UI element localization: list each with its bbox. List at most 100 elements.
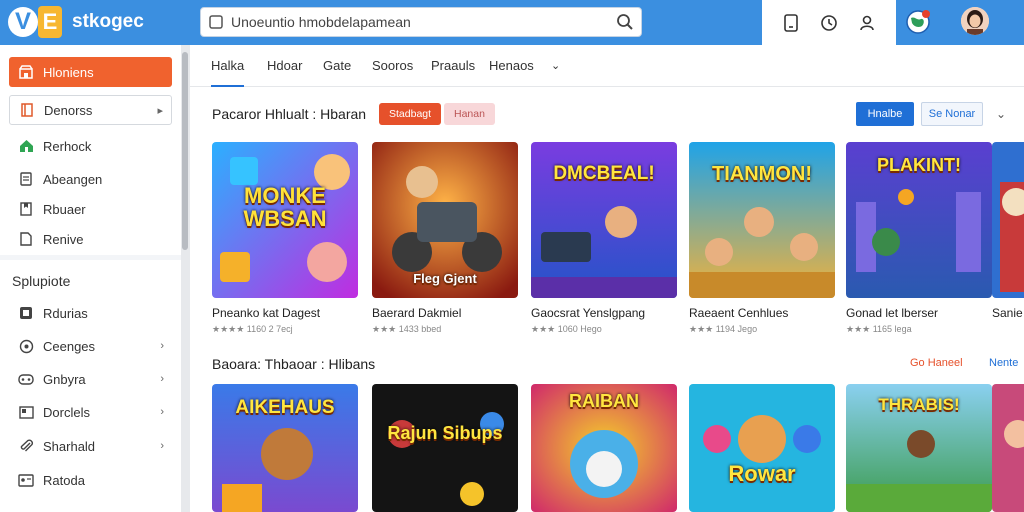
game-thumbnail[interactable]: THRABIS! xyxy=(846,384,992,512)
game-card[interactable]: TIANMON! Raeaent Cenhlues ★★★ 1194 Jego xyxy=(689,142,835,335)
tab-gate[interactable]: Gate xyxy=(323,45,351,87)
top-actions xyxy=(762,0,896,45)
featured-secondary-button[interactable]: Se Nonar xyxy=(921,102,983,126)
game-card[interactable]: Sanie xyxy=(992,142,1024,320)
search-icon[interactable] xyxy=(609,8,641,36)
game-card[interactable]: Rajun Sibups xyxy=(372,384,518,512)
game-thumbnail[interactable]: PLAKINT! xyxy=(846,142,992,298)
chevron-right-icon: › xyxy=(160,440,164,452)
featured-pill-secondary[interactable]: Hanan xyxy=(444,103,495,125)
sidebar-item-label: Rbuaer xyxy=(43,201,86,217)
doc-icon xyxy=(9,172,43,186)
paperclip-icon xyxy=(9,439,43,454)
sidebar-item-label: Rerhock xyxy=(43,138,92,154)
sidebar-item-rerhock[interactable]: Rerhock xyxy=(9,131,172,161)
featured-pill-primary[interactable]: Stadbagt xyxy=(379,103,442,125)
search-bar[interactable] xyxy=(200,7,642,37)
app-name: stkogec xyxy=(72,11,144,32)
sidebar-item-gnbyra[interactable]: Gnbyra › xyxy=(9,364,172,394)
tab-henaos[interactable]: Henaos xyxy=(489,45,534,87)
chevron-right-icon: › xyxy=(160,406,164,418)
user-icon[interactable] xyxy=(855,11,879,35)
logo-mark: VE xyxy=(8,5,66,39)
game-card[interactable]: MONKE WBSAN Pneanko kat Dagest ★★★★ 1160… xyxy=(212,142,358,335)
game-thumbnail[interactable]: DMCBEAL! xyxy=(531,142,677,298)
game-meta: ★★★ 1433 bbed xyxy=(372,324,442,334)
sidebar-item-label: Ceenges xyxy=(43,338,96,354)
home-icon xyxy=(9,139,43,153)
book-icon xyxy=(10,103,44,117)
sidebar-item-rbuaer[interactable]: Rbuaer xyxy=(9,194,172,224)
game-thumbnail[interactable]: AIKEHAUS xyxy=(212,384,358,512)
tab-praauls[interactable]: Praauls xyxy=(431,45,475,87)
game-card[interactable]: Fleg Gjent Baerard Dakmiel ★★★ 1433 bbed xyxy=(372,142,518,335)
game-name: Gaocsrat Yenslgpang xyxy=(531,306,646,320)
search-input[interactable] xyxy=(231,14,609,30)
chevron-right-icon: › xyxy=(160,373,164,385)
sidebar-item-ratoda[interactable]: Ratoda xyxy=(9,465,172,495)
sidebar-item-label: Ratoda xyxy=(43,472,85,488)
game-art-title: PLAKINT! xyxy=(877,155,961,175)
featured-section-title: Pacaror Hhlualt : Hbaran xyxy=(212,106,367,122)
sidebar-section-title: Splupiote xyxy=(12,273,71,289)
game-art-title: Rajun Sibups xyxy=(387,423,503,443)
chevron-right-icon: ▸ xyxy=(157,104,163,117)
game-thumbnail[interactable] xyxy=(992,142,1024,298)
game-art-title: Rowar xyxy=(728,461,796,486)
app-logo[interactable]: VE stkogec xyxy=(8,5,144,39)
sidebar-item-label: Rdurias xyxy=(43,305,88,321)
featured-primary-button[interactable]: Hnalbe xyxy=(856,102,914,126)
sidebar-item-rdurias[interactable]: Rdurias xyxy=(9,298,172,328)
game-meta: ★★★ 1194 Jego xyxy=(689,324,758,334)
sidebar-item-hloniens[interactable]: Hloniens xyxy=(9,57,172,87)
second-section-link[interactable]: Go Haneel xyxy=(910,357,963,369)
game-art-title: DMCBEAL! xyxy=(553,163,655,184)
game-thumbnail[interactable]: Rowar xyxy=(689,384,835,512)
sidebar-scrollbar-thumb[interactable] xyxy=(182,52,188,250)
game-card[interactable]: AIKEHAUS xyxy=(212,384,358,512)
sidebar-item-label: Denorss xyxy=(44,102,93,118)
sidebar-item-renive[interactable]: Renive xyxy=(9,224,172,254)
tab-bar: Halka Hdoar Gate Sooros Praauls Henaos ⌄ xyxy=(190,45,1024,87)
clock-icon[interactable] xyxy=(817,11,841,35)
tab-halka[interactable]: Halka xyxy=(211,45,245,87)
game-thumbnail[interactable]: TIANMON! xyxy=(689,142,835,298)
chevron-down-icon[interactable]: ⌄ xyxy=(992,104,1010,124)
tab-hdoar[interactable]: Hdoar xyxy=(267,45,302,87)
game-art-title: MONKE WBSAN xyxy=(243,183,327,232)
sidebar-item-sharhald[interactable]: Sharhald › xyxy=(9,431,172,461)
bookmark-icon xyxy=(9,202,43,216)
sidebar-item-label: Abeangen xyxy=(43,171,103,187)
avatar[interactable] xyxy=(961,7,989,35)
game-art-title: TIANMON! xyxy=(712,163,812,185)
game-art-title: AIKEHAUS xyxy=(235,397,335,418)
game-name: Baerard Dakmiel xyxy=(372,306,462,320)
game-card[interactable]: THRABIS! xyxy=(846,384,992,512)
game-card[interactable]: DMCBEAL! Gaocsrat Yenslgpang ★★★ 1060 He… xyxy=(531,142,677,335)
sidebar-item-abeangen[interactable]: Abeangen xyxy=(9,164,172,194)
game-thumbnail[interactable]: RAIBAN xyxy=(531,384,677,512)
phone-icon[interactable] xyxy=(779,11,803,35)
game-card[interactable]: PLAKINT! Gonad let lberser ★★★ 1165 lega xyxy=(846,142,992,335)
second-section-next-link[interactable]: Nente xyxy=(989,357,1018,369)
sidebar-item-ceenges[interactable]: Ceenges › xyxy=(9,331,172,361)
game-name: Sanie xyxy=(992,306,1023,320)
tab-sooros[interactable]: Sooros xyxy=(372,45,413,87)
game-name: Raeaent Cenhlues xyxy=(689,306,789,320)
game-art-title: RAIBAN xyxy=(569,391,639,411)
game-thumbnail[interactable]: MONKE WBSAN xyxy=(212,142,358,298)
game-card[interactable]: RAIBAN xyxy=(531,384,677,512)
globe-icon[interactable] xyxy=(905,9,931,35)
search-prefix-icon xyxy=(201,8,231,36)
tabs-more-chevron-icon[interactable]: ⌄ xyxy=(551,45,560,87)
game-card[interactable] xyxy=(992,384,1024,512)
sidebar-item-denorss[interactable]: Denorss ▸ xyxy=(9,95,172,125)
game-thumbnail[interactable]: Rajun Sibups xyxy=(372,384,518,512)
sidebar-item-dorclels[interactable]: Dorclels › xyxy=(9,397,172,427)
sidebar-item-label: Renive xyxy=(43,231,84,247)
game-thumbnail[interactable]: Fleg Gjent xyxy=(372,142,518,298)
tile-icon xyxy=(9,306,43,320)
game-card[interactable]: Rowar xyxy=(689,384,835,512)
game-art-title: Fleg Gjent xyxy=(413,271,477,286)
game-thumbnail[interactable] xyxy=(992,384,1024,512)
